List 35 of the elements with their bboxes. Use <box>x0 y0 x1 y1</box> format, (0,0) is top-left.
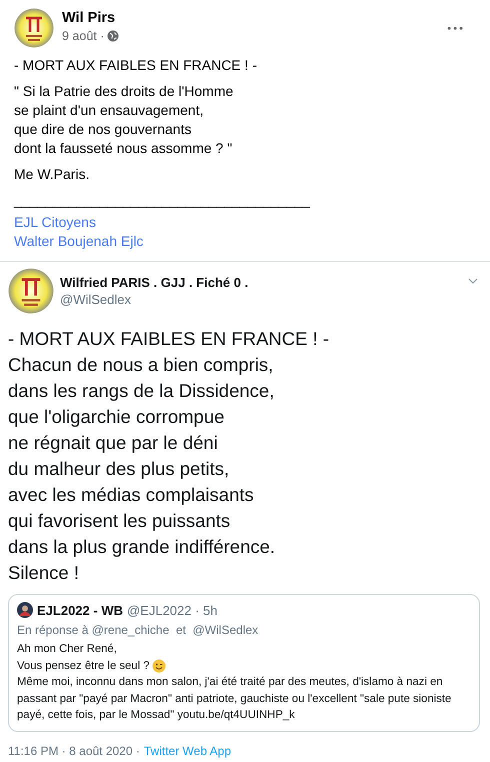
quoted-text: Même moi, inconnu dans mon salon, j'ai été traité par des meutes, d'islamo à nazi en passant par "payé par Macron" anti patriote, gauchiste ou l'excellent "sale pute sioniste payé, cette fois, par le Mossad" youtu.be/qt4UUINHP_k <box>17 675 452 723</box>
tweet-text: - MORT AUX FAIBLES EN FRANCE ! - <box>8 327 330 351</box>
avatar-icon <box>8 268 54 314</box>
tag-link[interactable]: EJL Citoyens <box>14 213 96 232</box>
tweet-text: ne régnait que par le déni <box>8 431 218 455</box>
tweet-text: dans les rangs de la Dissidence, <box>8 379 274 403</box>
quoted-text: Ah mon Cher René, <box>17 642 117 657</box>
chevron-icon <box>468 278 478 284</box>
tweet-text: avec les médias complaisants <box>8 483 254 507</box>
tweet-handle: @WilSedlex <box>60 291 132 308</box>
post-text: ______________________________________ <box>14 191 310 210</box>
tag-link[interactable]: Walter Boujenah Ejlc <box>14 232 144 251</box>
globe-icon <box>107 30 120 42</box>
more-options-button[interactable]: ••• <box>442 20 468 39</box>
post-date[interactable]: 9 août · <box>62 28 104 44</box>
tweet-timestamp: 11:16 PM · 8 août 2020 · <box>8 744 140 758</box>
quoted-author-name: EJL2022 - WB <box>37 602 123 618</box>
reply-to-text: En réponse à @rene_chiche et @WilSedlex <box>17 623 260 637</box>
tweet-author-name: Wilfried PARIS . GJJ . Fiché 0 . <box>60 274 250 291</box>
post-text: " Si la Patrie des droits de l'Homme se plaint d'un ensauvagement, que dire de nos gouvernants dont la fausseté nous assomme ? " <box>14 82 234 158</box>
tweet-source: Twitter Web App <box>144 744 232 758</box>
tweet-text: dans la plus grande indifférence. <box>8 535 276 559</box>
post-text: - MORT AUX FAIBLES EN FRANCE ! - <box>14 56 257 75</box>
quoted-handle: @EJL2022 · 5h <box>126 602 218 618</box>
smiley-icon <box>152 658 166 673</box>
tweet-text: que l'oligarchie corrompue <box>8 405 224 429</box>
tweet-text: Chacun de nous a bien compris, <box>8 353 274 377</box>
avatar-icon <box>17 602 33 618</box>
tweet-text: Silence ! <box>8 561 79 585</box>
post-text: Me W.Paris. <box>14 165 90 184</box>
tweet-text: qui favorisent les puissants <box>8 509 230 533</box>
tweet-text: du malheur des plus petits, <box>8 457 230 481</box>
quoted-text: Vous pensez être le seul ? <box>17 658 150 674</box>
avatar-icon[interactable] <box>14 8 54 48</box>
author-name[interactable]: Wil Pirs <box>62 9 442 27</box>
